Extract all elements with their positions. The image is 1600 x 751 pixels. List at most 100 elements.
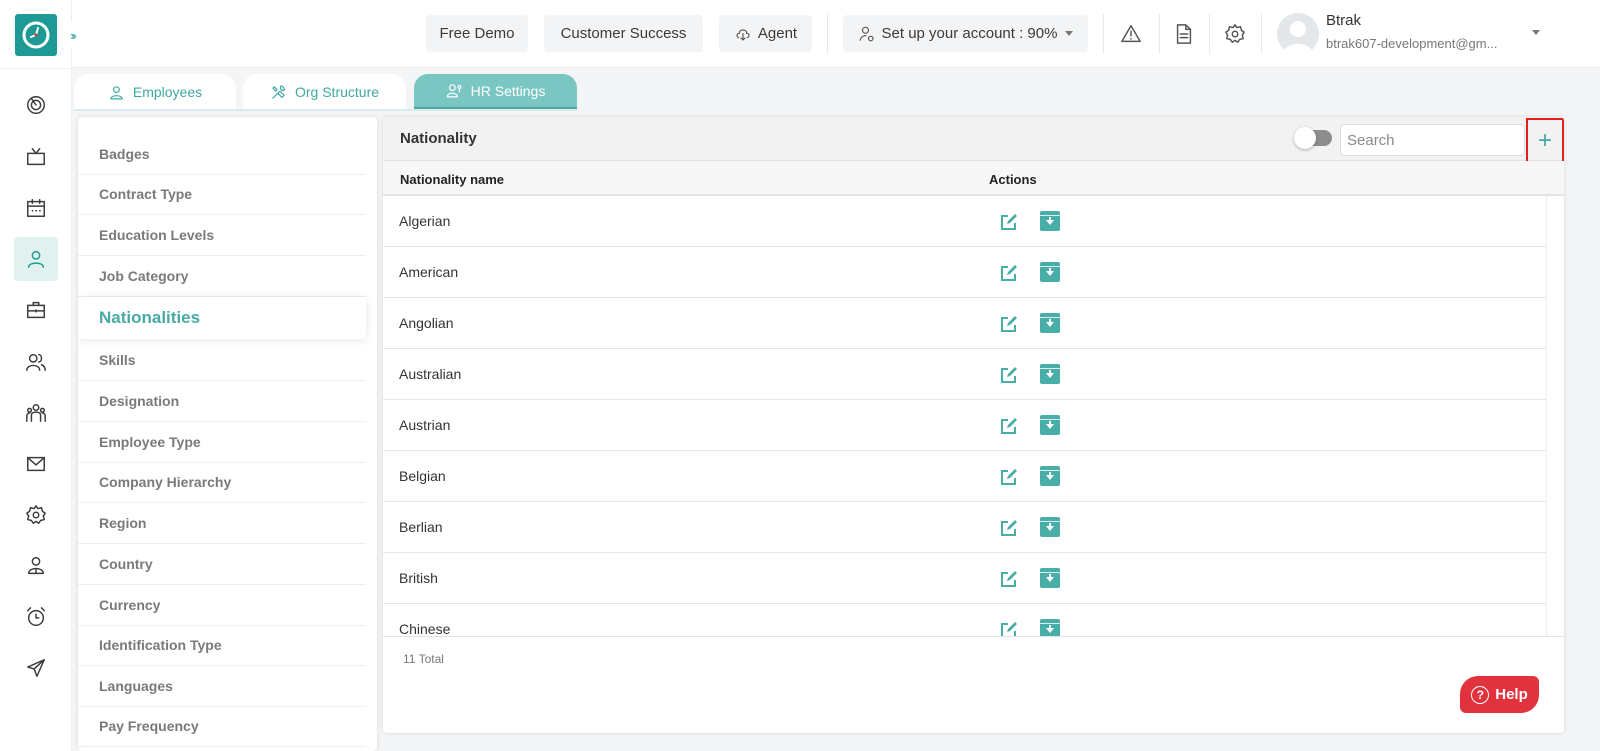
header-divider (827, 14, 828, 54)
chevron-down-icon (1065, 31, 1074, 36)
alerts-button[interactable] (1117, 20, 1145, 48)
nationality-name: Berlian (399, 519, 443, 535)
nationality-name: Chinese (399, 621, 451, 636)
agent-label: Agent (757, 25, 798, 42)
table-row: Austrian (383, 400, 1546, 451)
documents-button[interactable] (1170, 20, 1198, 48)
rail-item-settings[interactable] (14, 493, 58, 537)
archive-arrow (1049, 625, 1051, 629)
menu-item-nationalities[interactable]: Nationalities (78, 297, 366, 339)
edit-icon[interactable] (1000, 315, 1018, 333)
table-row: Angolian (383, 298, 1546, 349)
menu-item-currency[interactable]: Currency (78, 585, 366, 626)
send-icon (27, 659, 45, 677)
archive-icon[interactable] (1040, 415, 1060, 435)
rail-item-profile[interactable] (14, 544, 58, 588)
rail-item-mail[interactable] (14, 442, 58, 486)
edit-icon[interactable] (1000, 519, 1018, 537)
menu-item-designation[interactable]: Designation (78, 381, 366, 422)
nationality-name: Angolian (399, 315, 454, 331)
customer-success-button[interactable]: Customer Success (544, 15, 703, 52)
help-icon: ? (1471, 685, 1490, 704)
archive-icon[interactable] (1040, 211, 1060, 231)
table-body: Algerian American Angolian Australian Austri… (383, 196, 1546, 636)
rail-item-dashboard[interactable] (14, 83, 58, 127)
menu-item-skills[interactable]: Skills (78, 340, 366, 381)
rail-item-calendar[interactable] (14, 186, 58, 230)
search-input[interactable] (1340, 124, 1525, 156)
warning-icon (1121, 25, 1141, 43)
rail-item-employees[interactable] (14, 237, 58, 281)
archive-icon[interactable] (1040, 568, 1060, 588)
archived-toggle[interactable] (1294, 127, 1332, 149)
add-nationality-button[interactable]: + (1526, 118, 1564, 164)
menu-item-identification-type[interactable]: Identification Type (78, 625, 366, 666)
nationality-name: British (399, 570, 438, 586)
edit-icon[interactable] (1000, 570, 1018, 588)
tv-icon (27, 148, 45, 166)
expand-rail-button[interactable]: ››› (60, 22, 84, 48)
rail-item-team[interactable] (14, 391, 58, 435)
menu-item-badges[interactable]: Badges (78, 134, 366, 175)
menu-item-employee-type[interactable]: Employee Type (78, 422, 366, 463)
tab-hr-settings-label: HR Settings (470, 82, 546, 99)
header-divider (1261, 14, 1262, 54)
team-icon (26, 404, 46, 422)
archive-icon[interactable] (1040, 364, 1060, 384)
rail-item-alarm[interactable] (14, 595, 58, 639)
menu-item-country[interactable]: Country (78, 544, 366, 585)
agent-button[interactable]: Agent (719, 15, 812, 52)
edit-icon[interactable] (1000, 621, 1018, 636)
menu-item-company-hierarchy[interactable]: Company Hierarchy (78, 462, 366, 503)
tab-underline (74, 109, 578, 111)
menu-item-job-category[interactable]: Job Category (78, 256, 366, 297)
mail-icon (27, 456, 45, 472)
help-button[interactable]: ? Help (1460, 676, 1539, 713)
setup-account-dropdown[interactable]: Set up your account : 90% (843, 15, 1088, 52)
menu-item-contract-type[interactable]: Contract Type (78, 174, 366, 215)
archive-icon[interactable] (1040, 262, 1060, 282)
column-header-actions: Actions (989, 172, 1037, 187)
archive-icon[interactable] (1040, 619, 1060, 636)
scrollbar[interactable] (1546, 196, 1564, 636)
edit-icon[interactable] (1000, 417, 1018, 435)
header-divider (1159, 14, 1160, 54)
header-divider (1209, 14, 1210, 54)
user-menu-chevron-icon[interactable] (1532, 30, 1540, 35)
tab-employees[interactable]: Employees (74, 74, 236, 110)
menu-item-region[interactable]: Region (78, 503, 366, 544)
edit-icon[interactable] (1000, 366, 1018, 384)
settings-button[interactable] (1221, 20, 1249, 48)
panel-header: Nationality + (383, 117, 1564, 164)
archive-icon[interactable] (1040, 313, 1060, 333)
edit-icon[interactable] (1000, 213, 1018, 231)
rail-item-send[interactable] (14, 646, 58, 690)
gear-icon (1225, 24, 1245, 43)
menu-item-languages[interactable]: Languages (78, 666, 366, 707)
total-count: 11 Total (403, 652, 444, 666)
free-demo-button[interactable]: Free Demo (426, 15, 528, 52)
archive-icon[interactable] (1040, 466, 1060, 486)
rail-item-users[interactable] (14, 340, 58, 384)
users-icon (26, 353, 46, 371)
app-logo[interactable] (15, 14, 57, 56)
rail-item-projects[interactable] (14, 288, 58, 332)
table-header: Nationality name Actions (383, 161, 1564, 196)
menu-item-pay-frequency[interactable]: Pay Frequency (78, 706, 366, 747)
tab-hr-settings[interactable]: HR Settings (414, 74, 577, 110)
archive-icon[interactable] (1040, 517, 1060, 537)
archive-arrow (1049, 268, 1051, 272)
tab-org-structure[interactable]: Org Structure (243, 74, 406, 110)
profile-icon (27, 557, 45, 575)
avatar[interactable] (1277, 13, 1319, 55)
edit-icon[interactable] (1000, 468, 1018, 486)
table-row: Chinese (383, 604, 1546, 636)
menu-item-education-levels[interactable]: Education Levels (78, 215, 366, 256)
rail-item-tv[interactable] (14, 135, 58, 179)
nationality-name: American (399, 264, 459, 280)
user-email: btrak607-development@gm... (1326, 36, 1498, 51)
clock-logo-icon (22, 21, 50, 49)
nationality-name: Austrian (399, 417, 451, 433)
edit-icon[interactable] (1000, 264, 1018, 282)
top-header: Free Demo Customer Success Agent Set up … (72, 0, 1600, 68)
